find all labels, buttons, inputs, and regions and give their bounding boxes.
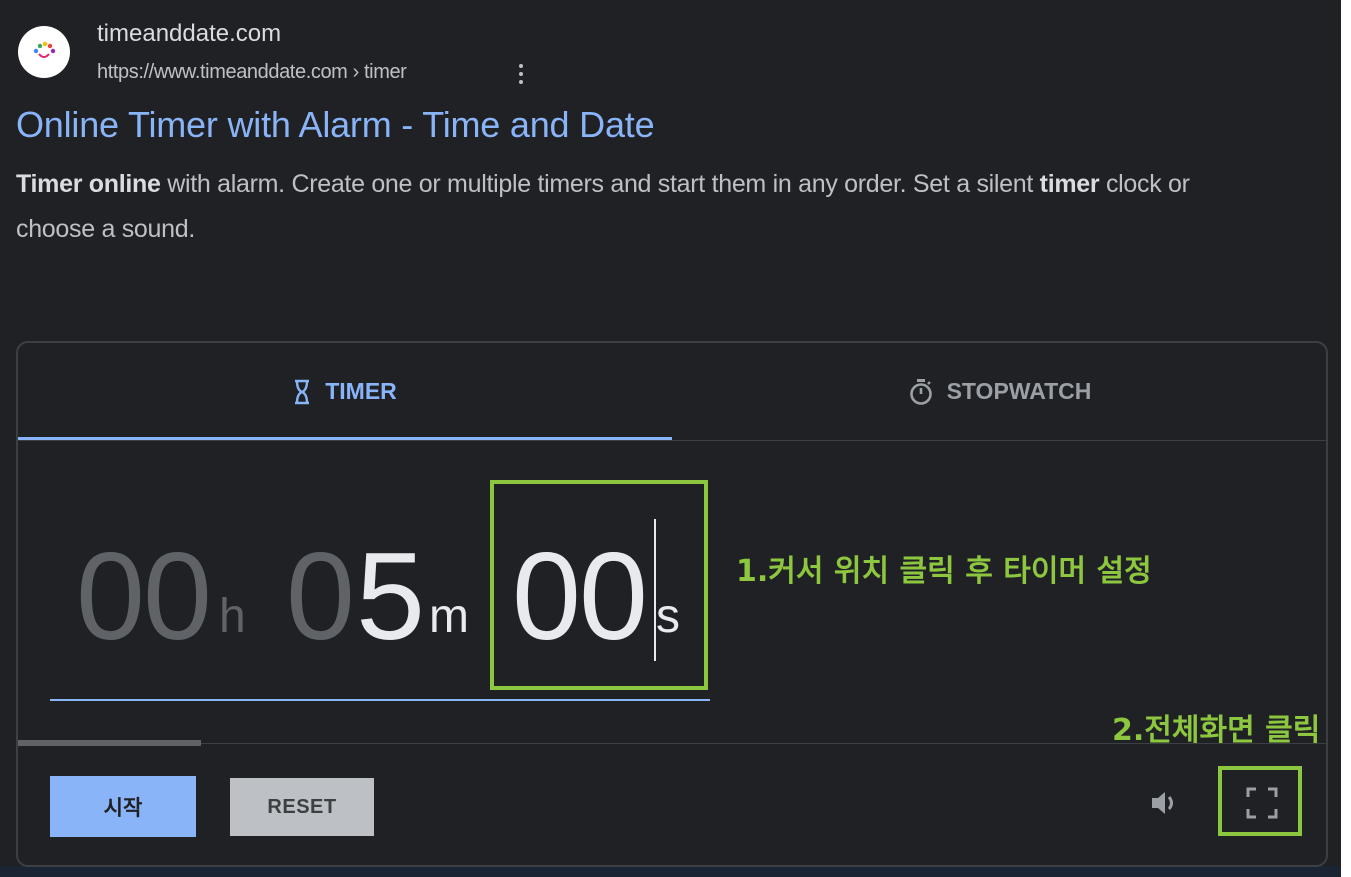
snippet-text: with alarm. Create one or multiple timer… [160,170,1040,198]
tab-timer[interactable]: TIMER [18,343,672,440]
tab-stopwatch[interactable]: STOPWATCH [672,343,1326,440]
hours-unit: h [219,590,246,643]
time-input-underline [50,699,710,701]
result-snippet: Timer online with alarm. Create one or m… [16,162,1246,252]
hourglass-icon [293,379,311,405]
tab-divider [18,440,1326,441]
stopwatch-icon [909,378,933,406]
site-favicon[interactable] [18,26,70,78]
annotation-box-seconds [490,480,708,690]
timeanddate-logo-icon [33,41,56,58]
result-title-link[interactable]: Online Timer with Alarm - Time and Date [16,104,655,146]
tab-label: STOPWATCH [946,378,1092,404]
minutes-unit: m [429,590,469,643]
annotation-step1: 1.커서 위치 클릭 후 타이머 설정 [736,554,1152,589]
taskbar-edge [0,866,1341,877]
tab-label: TIMER [325,378,397,404]
snippet-highlight: Timer online [16,170,161,198]
start-button[interactable]: 시작 [50,776,196,837]
site-name[interactable]: timeanddate.com [97,20,281,48]
more-vert-icon[interactable] [509,60,533,88]
annotation-box-fullscreen [1218,766,1302,836]
reset-button[interactable]: RESET [230,778,374,836]
snippet-highlight: timer [1039,170,1100,198]
annotation-step2: 2.전체화면 클릭 [1112,713,1321,748]
hours-value[interactable]: 00 [76,535,212,659]
progress-bar [18,740,202,746]
minutes-leading-digit[interactable]: 0 [286,535,355,659]
site-url[interactable]: https://www.timeanddate.com › timer [97,61,407,84]
minutes-digit[interactable]: 5 [356,535,425,659]
window-edge [1341,0,1351,877]
volume-icon[interactable] [1146,785,1182,826]
